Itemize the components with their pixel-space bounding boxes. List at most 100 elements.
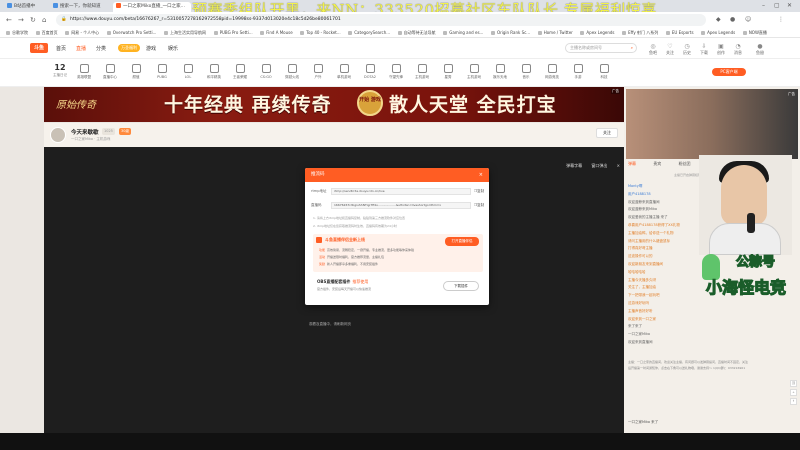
- danmaku-subtitle-button[interactable]: 弹幕字幕: [566, 163, 582, 168]
- user-avatar[interactable]: ● 鱼翅: [752, 44, 768, 56]
- category-item[interactable]: 守望先锋: [386, 64, 406, 80]
- category-item[interactable]: 科技: [594, 64, 614, 80]
- sidebar-ad[interactable]: 广告: [626, 89, 798, 159]
- tab-danmaku[interactable]: 弹幕: [628, 161, 636, 166]
- home-icon[interactable]: ⌂: [42, 16, 46, 24]
- bookmark-item[interactable]: 自动等待无法导航: [398, 28, 436, 37]
- extension-icon[interactable]: ◆: [716, 16, 721, 23]
- popout-window-button[interactable]: 窗口弹出: [591, 163, 607, 168]
- minimize-icon[interactable]: –: [762, 2, 765, 9]
- category-item[interactable]: 和平精英: [204, 64, 224, 80]
- header-icon-download[interactable]: ⇩ 下载: [696, 44, 712, 56]
- category-item[interactable]: PUBG: [152, 64, 172, 79]
- copy-rtmp-button[interactable]: ❐复制: [474, 189, 484, 194]
- bookmark-item[interactable]: PUBG Pro Setti...: [214, 28, 253, 37]
- bookmark-item[interactable]: Find A Mouse: [260, 28, 292, 37]
- follow-button[interactable]: 关注: [596, 128, 618, 138]
- header-icon-follow[interactable]: ♡ 关注: [662, 44, 678, 56]
- browser-tab-active[interactable]: 一口之家Miko直播_一口之家...: [113, 2, 191, 12]
- nav-home[interactable]: 首页: [56, 45, 66, 52]
- close-window-icon[interactable]: ✕: [787, 2, 792, 9]
- open-companion-button[interactable]: 打开直播伴侣: [445, 237, 479, 246]
- pc-client-button[interactable]: PC客户端: [712, 68, 746, 76]
- bookmark-item[interactable]: Apex Legends: [701, 28, 735, 37]
- category-item[interactable]: 王者荣耀: [230, 64, 250, 80]
- bookmark-item[interactable]: 上海生活实用导航网: [164, 28, 206, 37]
- bookmark-item[interactable]: EU Esports: [666, 28, 694, 37]
- search-icon[interactable]: ⌕: [631, 44, 633, 52]
- side-button[interactable]: +: [790, 389, 797, 396]
- stream-key-field[interactable]: 16676267rdbgiuShNTqjrHf4u...............…: [331, 202, 471, 209]
- promo-pill[interactable]: 万圣福利: [118, 44, 140, 52]
- category-item[interactable]: DOTA2: [360, 64, 380, 79]
- reload-icon[interactable]: ↻: [30, 16, 36, 24]
- category-item[interactable]: 主机游戏: [412, 64, 432, 80]
- category-item[interactable]: 网游竞技: [542, 64, 562, 80]
- category-item[interactable]: 单机游戏: [334, 64, 354, 80]
- forward-icon[interactable]: →: [18, 16, 24, 24]
- chat-tabs: 弹幕 贵宾 粉丝团: [628, 161, 707, 167]
- header-icon-message[interactable]: ◔ 消息: [730, 44, 746, 56]
- side-button[interactable]: ↑: [790, 398, 797, 405]
- category-item[interactable]: 主机游戏: [464, 64, 484, 80]
- nav-game[interactable]: 游戏: [146, 45, 156, 52]
- category-item[interactable]: 星秀: [438, 64, 458, 80]
- category-item[interactable]: 音乐: [516, 64, 536, 80]
- extension-icon[interactable]: ●: [730, 16, 735, 23]
- browser-tab-1[interactable]: B站首播中: [4, 2, 46, 12]
- close-icon[interactable]: ×: [479, 168, 483, 182]
- category-icon: [287, 64, 297, 73]
- tab-vip[interactable]: 贵宾: [653, 161, 661, 166]
- rtmp-url-field[interactable]: rtmp://sendtc3a.douyucdn.cn/live: [331, 188, 471, 195]
- player-controls: 弹幕字幕 窗口弹出 ×: [558, 163, 620, 169]
- bookmark-item[interactable]: Top 40 - Rocket...: [300, 28, 340, 37]
- header-icon-history[interactable]: ◷ 历史: [679, 44, 695, 56]
- bookmark-item[interactable]: CategorySearch...: [348, 28, 390, 37]
- bookmark-item[interactable]: Home / Twitter: [538, 28, 573, 37]
- category-item[interactable]: 英雄联盟: [74, 64, 94, 80]
- room-id-badge: 1025: [102, 128, 115, 135]
- site-logo[interactable]: 斗鱼: [30, 43, 48, 53]
- side-button[interactable]: 顶: [790, 380, 797, 387]
- bookmark-item[interactable]: Gaming and es...: [443, 28, 483, 37]
- nav-category[interactable]: 分类: [96, 45, 106, 52]
- profile-icon[interactable]: ☺: [745, 16, 751, 23]
- fans-entry: 一口之家Miko 来了: [628, 420, 659, 424]
- nav-live[interactable]: 直播: [76, 45, 86, 52]
- bookmark-item[interactable]: 谷歌学院: [6, 28, 28, 37]
- bookmark-item[interactable]: Overwatch Pro Setti...: [107, 28, 157, 37]
- category-item[interactable]: 穿越火线: [282, 64, 302, 80]
- address-bar[interactable]: 🔒 https://www.douyu.com/beta/16676267_r=…: [56, 14, 706, 26]
- category-item[interactable]: LOL: [178, 64, 198, 79]
- streamer-avatar[interactable]: [50, 127, 66, 143]
- bookmark-item[interactable]: Origin Rank Sc...: [491, 28, 530, 37]
- maximize-icon[interactable]: ▢: [774, 2, 780, 9]
- category-item[interactable]: 直播中心: [100, 64, 120, 80]
- category-item[interactable]: CS:GO: [256, 64, 276, 79]
- copy-key-button[interactable]: ❐复制: [474, 203, 484, 208]
- ad-banner[interactable]: 原始传奇 十年经典 再续传奇 开始 游戏 散人天堂 全民打宝 广告: [44, 87, 624, 122]
- tab-fans[interactable]: 粉丝团: [679, 161, 691, 166]
- banner-start-button[interactable]: 开始 游戏: [357, 90, 383, 116]
- category-item[interactable]: 颜值: [126, 64, 146, 80]
- date-widget[interactable]: 12 主播日记: [50, 63, 70, 78]
- site-search-input[interactable]: 主播名称或房间号 ⌕: [565, 43, 637, 53]
- bookmark-item[interactable]: Apex Legends: [580, 28, 614, 37]
- close-player-icon[interactable]: ×: [617, 163, 620, 168]
- browser-tab-2[interactable]: 搜索一下，你就知道: [50, 2, 110, 12]
- category-item[interactable]: 手游: [568, 64, 588, 80]
- bookmark-item[interactable]: NOW直播: [743, 28, 767, 37]
- nav-ent[interactable]: 娱乐: [168, 45, 178, 52]
- header-icon-yuba[interactable]: ◎ 鱼吧: [645, 44, 661, 56]
- back-icon[interactable]: ←: [6, 16, 12, 24]
- category-icon: [183, 64, 193, 73]
- category-icon: [157, 64, 167, 73]
- browser-menu-icon[interactable]: ⋮: [778, 16, 784, 23]
- bookmark-item[interactable]: Effy 射门 八系列: [622, 28, 658, 37]
- category-item[interactable]: 娱乐天地: [490, 64, 510, 80]
- bookmark-item[interactable]: 百度首页: [36, 28, 58, 37]
- bookmark-item[interactable]: 网易 - 个人中心: [65, 28, 99, 37]
- download-plugin-button[interactable]: 下载插件: [443, 281, 479, 291]
- category-item[interactable]: 户外: [308, 64, 328, 80]
- header-icon-create[interactable]: ▣ 创作: [713, 44, 729, 56]
